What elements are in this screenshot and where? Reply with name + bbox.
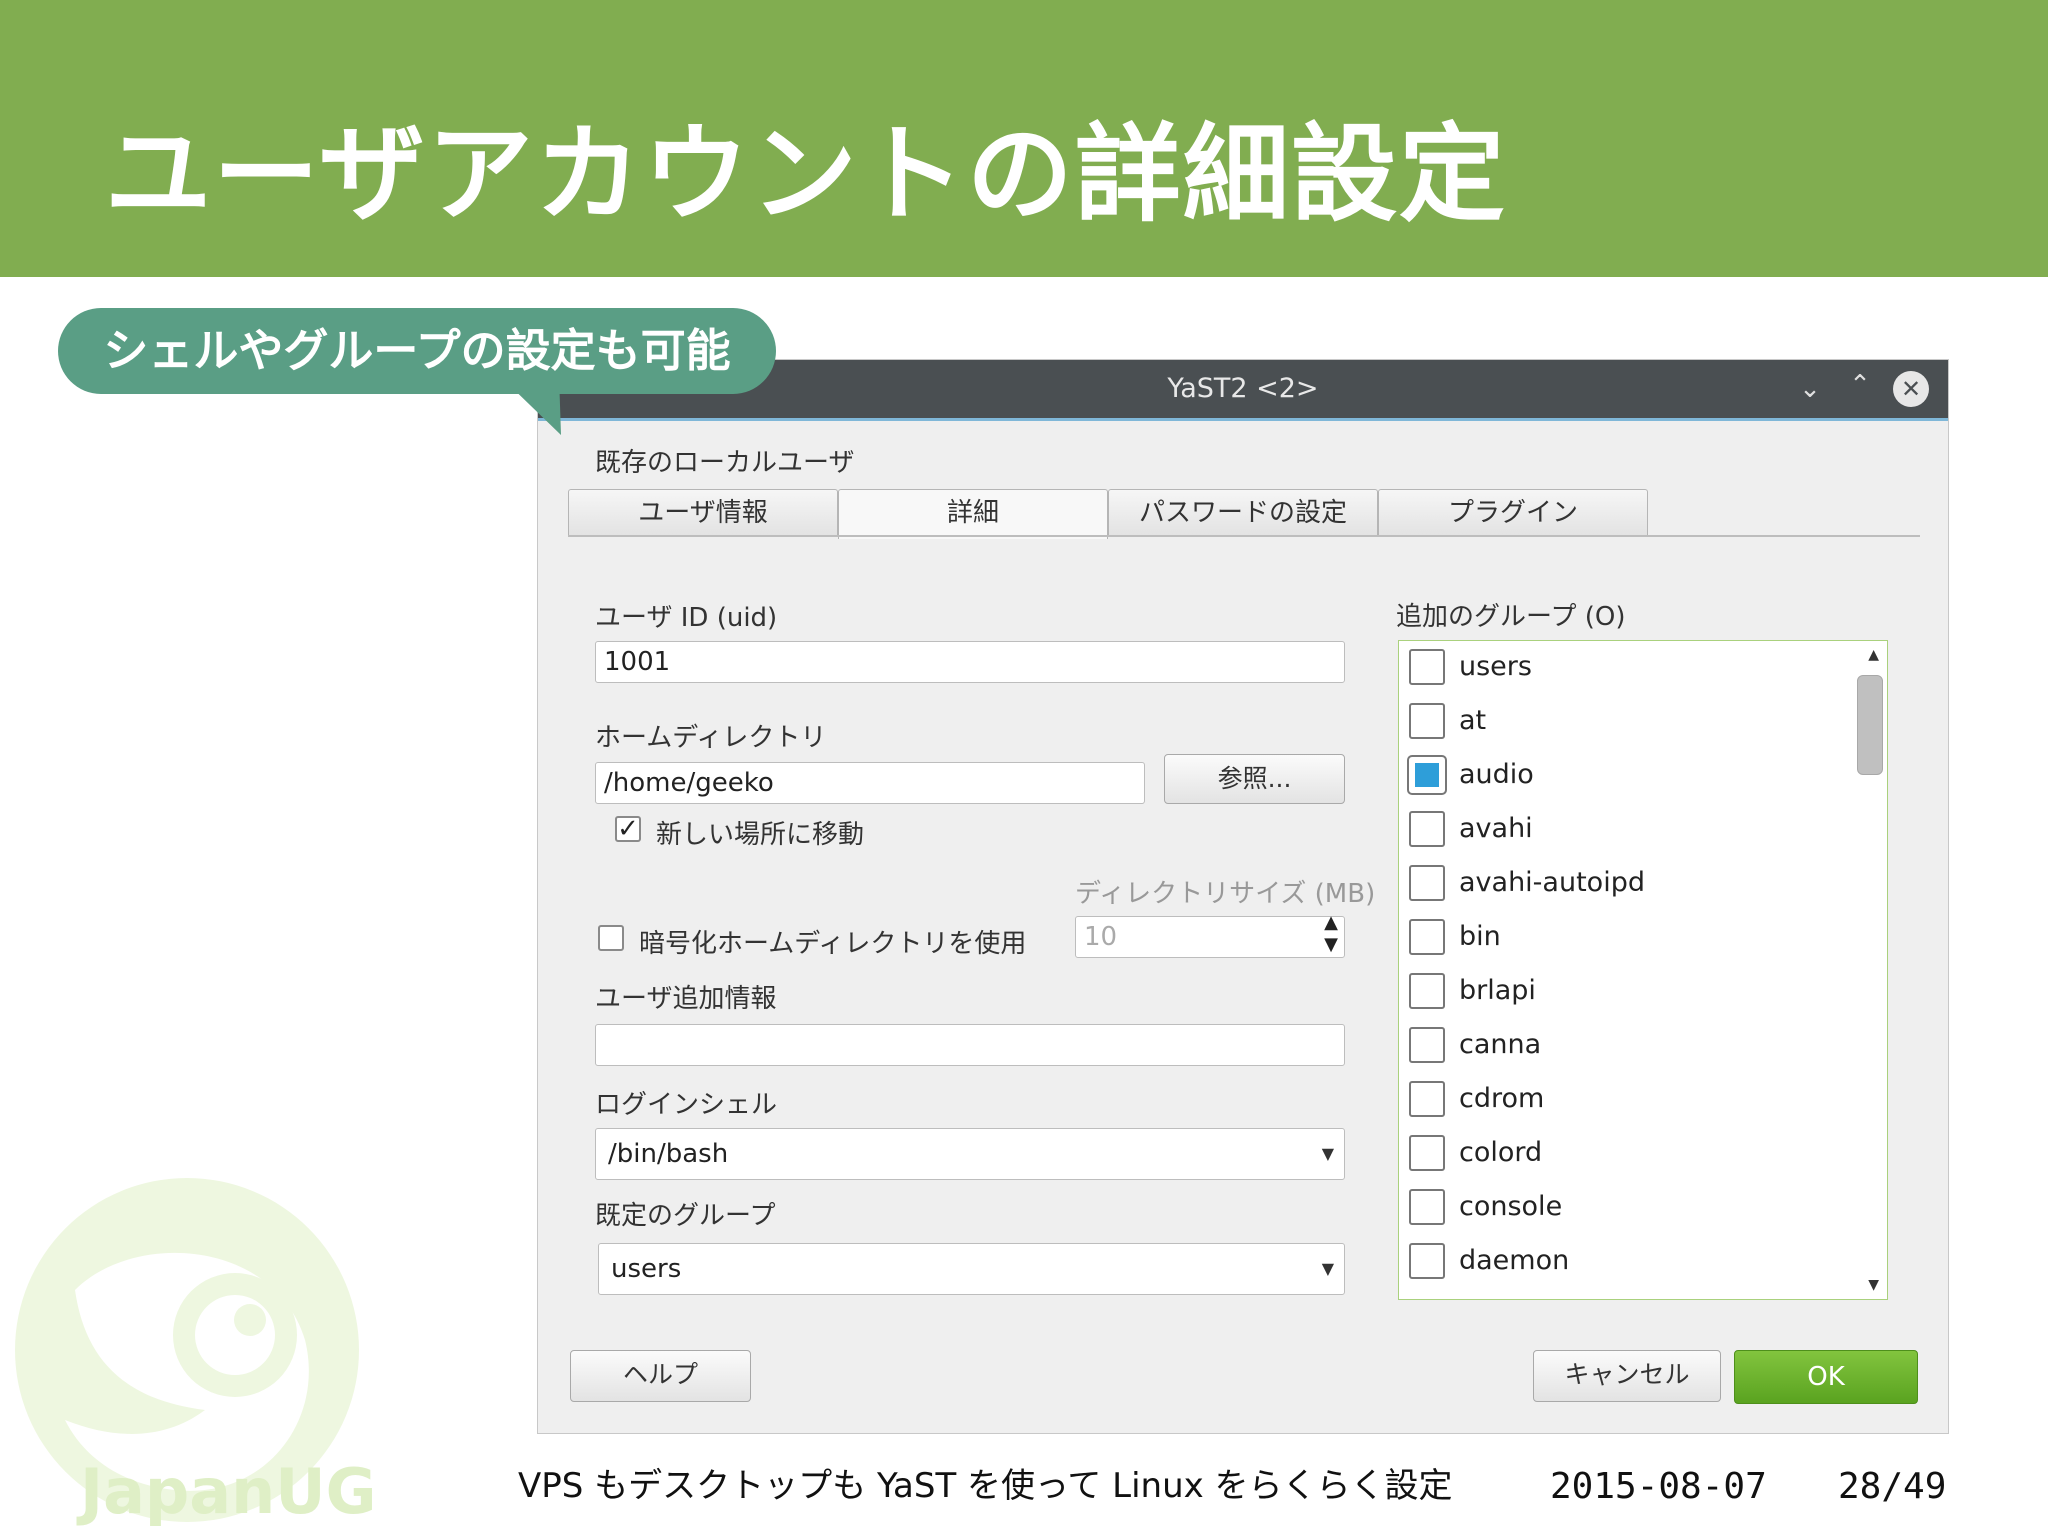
callout-bubble: シェルやグループの設定も可能 (58, 308, 776, 394)
titlebar-accent (538, 418, 1948, 421)
list-item[interactable]: avahi (1399, 803, 1859, 857)
group-name: console (1459, 1191, 1563, 1222)
extra-info-field[interactable] (595, 1024, 1345, 1066)
group-name: colord (1459, 1137, 1543, 1168)
uid-label: ユーザ ID (uid) (595, 603, 778, 633)
tab-plugins[interactable]: プラグイン (1378, 489, 1648, 537)
group-checkbox[interactable] (1409, 919, 1445, 955)
home-dir-field[interactable]: /home/geeko (595, 762, 1145, 804)
group-checkbox[interactable] (1409, 811, 1445, 847)
list-item[interactable]: users (1399, 641, 1859, 695)
move-checkbox[interactable]: ✓ (615, 816, 641, 842)
default-group-value: users (611, 1254, 682, 1284)
footer-page-number: 28/49 (1838, 1466, 1947, 1507)
dir-size-value: 10 (1084, 922, 1118, 952)
list-item[interactable]: canna (1399, 1019, 1859, 1073)
group-checkbox[interactable] (1409, 1135, 1445, 1171)
group-name: bin (1459, 921, 1501, 952)
list-item[interactable]: at (1399, 695, 1859, 749)
group-checkbox[interactable] (1409, 1243, 1445, 1279)
group-checkbox[interactable] (1409, 973, 1445, 1009)
home-dir-label: ホームディレクトリ (595, 723, 827, 753)
slide-title: ユーザアカウントの詳細設定 (105, 113, 1507, 236)
group-name: at (1459, 705, 1487, 736)
close-icon[interactable]: ✕ (1893, 371, 1929, 407)
tab-password[interactable]: パスワードの設定 (1108, 489, 1378, 537)
scrollbar-thumb[interactable] (1857, 675, 1883, 775)
group-name: brlapi (1459, 975, 1536, 1006)
group-name: cdrom (1459, 1083, 1545, 1114)
encrypt-checkbox[interactable] (598, 925, 624, 951)
group-name: canna (1459, 1029, 1542, 1060)
login-shell-label: ログインシェル (595, 1090, 778, 1120)
group-checkbox[interactable] (1409, 703, 1445, 739)
group-name: daemon (1459, 1245, 1570, 1276)
group-name: audio (1459, 759, 1534, 790)
group-name: users (1459, 651, 1532, 682)
browse-button[interactable]: 参照... (1164, 754, 1345, 804)
cancel-button[interactable]: キャンセル (1533, 1350, 1721, 1402)
move-checkbox-label: 新しい場所に移動 (656, 820, 865, 850)
footer-date: 2015-08-07 (1550, 1466, 1767, 1507)
chevron-down-icon[interactable]: ⌄ (1791, 370, 1829, 408)
list-item[interactable]: colord (1399, 1127, 1859, 1181)
footer-caption: VPS もデスクトップも YaST を使って Linux をらくらく設定 (518, 1466, 1453, 1506)
list-item[interactable]: cdrom (1399, 1073, 1859, 1127)
section-title: 既存のローカルユーザ (595, 448, 855, 478)
dropdown-arrow-icon: ▼ (1321, 1259, 1334, 1278)
default-group-label: 既定のグループ (595, 1201, 776, 1231)
group-name: avahi-autoipd (1459, 867, 1645, 898)
dir-size-label: ディレクトリサイズ (MB) (1075, 879, 1376, 909)
spin-down-icon[interactable]: ▼ (1324, 935, 1338, 955)
slide-header: ユーザアカウントの詳細設定 (0, 0, 2048, 277)
dropdown-arrow-icon: ▼ (1321, 1144, 1334, 1163)
group-checkbox[interactable] (1409, 865, 1445, 901)
group-checkbox[interactable] (1409, 1189, 1445, 1225)
scroll-up-icon[interactable]: ▲ (1868, 647, 1879, 663)
groups-label: 追加のグループ (O) (1396, 602, 1626, 632)
tab-details[interactable]: 詳細 (838, 489, 1108, 539)
yast-window: YaST2 <2> ⌄ ⌃ ✕ 既存のローカルユーザ ユーザ情報 詳細 パスワー… (537, 359, 1949, 1434)
group-checkbox[interactable] (1409, 649, 1445, 685)
spin-up-icon[interactable]: ▲ (1324, 913, 1338, 933)
list-item[interactable]: daemon (1399, 1235, 1859, 1289)
groups-list[interactable]: users at audio avahi avahi-autoipd bin b… (1398, 640, 1888, 1300)
scroll-down-icon[interactable]: ▼ (1868, 1277, 1879, 1293)
chevron-up-icon[interactable]: ⌃ (1841, 366, 1879, 404)
ok-button[interactable]: OK (1734, 1350, 1918, 1404)
login-shell-value: /bin/bash (608, 1139, 729, 1169)
group-checkbox[interactable] (1409, 1027, 1445, 1063)
list-item[interactable]: bin (1399, 911, 1859, 965)
group-name: avahi (1459, 813, 1533, 844)
list-item[interactable]: avahi-autoipd (1399, 857, 1859, 911)
callout-text: シェルやグループの設定も可能 (103, 324, 731, 377)
help-button[interactable]: ヘルプ (570, 1350, 751, 1402)
group-checkbox[interactable] (1407, 755, 1447, 795)
extra-info-label: ユーザ追加情報 (595, 984, 777, 1014)
uid-field[interactable]: 1001 (595, 641, 1345, 683)
list-item[interactable]: brlapi (1399, 965, 1859, 1019)
group-checkbox[interactable] (1409, 1081, 1445, 1117)
dir-size-spinbox[interactable]: 10 ▲ ▼ (1075, 913, 1345, 958)
tab-user-info[interactable]: ユーザ情報 (568, 489, 838, 537)
encrypt-checkbox-label: 暗号化ホームディレクトリを使用 (639, 929, 1027, 959)
login-shell-combo[interactable]: /bin/bash ▼ (595, 1128, 1345, 1180)
list-item[interactable]: console (1399, 1181, 1859, 1235)
tab-underline (568, 535, 1920, 537)
list-item[interactable]: audio (1399, 749, 1859, 803)
default-group-combo[interactable]: users ▼ (598, 1243, 1345, 1295)
logo-text: JapanUG (80, 1455, 377, 1528)
